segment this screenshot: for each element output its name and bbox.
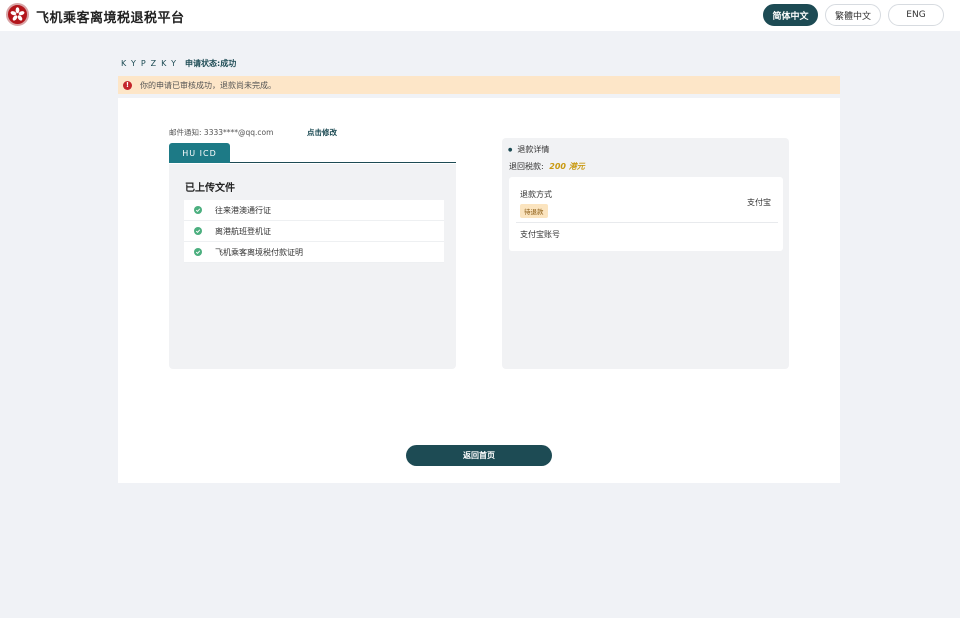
check-circle-icon [194,206,202,214]
document-name: 往来港澳通行证 [215,205,271,215]
hksar-emblem-logo [6,3,29,26]
divider [516,222,778,223]
breadcrumb: KYPZKY 申请状态:成功 [121,58,236,69]
refund-method-box: 退款方式 待退款 支付宝 支付宝账号 [509,177,783,251]
main-card: 邮件通知: 3333****@qq.com 点击修改 HU ICD 已上传文件 … [118,98,840,483]
refund-details-header: ● 退款详情 [508,144,549,155]
edit-email-link[interactable]: 点击修改 [307,127,337,138]
document-name: 飞机乘客离境税付款证明 [215,247,303,257]
check-circle-icon [194,227,202,235]
uploaded-documents-panel: 已上传文件 往来港澳通行证 离港航班登机证 飞机乘客离境税付款证明 [169,164,456,369]
status-alert: ! 你的申请已审核成功，退款尚未完成。 [118,76,840,94]
refund-method-value: 支付宝 [747,198,771,207]
status-badge: 待退款 [520,204,548,218]
app-title: 飞机乘客离境税退税平台 [36,11,185,26]
lang-button-simplified-chinese[interactable]: 简体中文 [763,4,818,26]
tab-bar: HU ICD [169,143,456,163]
lang-button-english[interactable]: ENG [888,4,944,26]
document-name: 离港航班登机证 [215,226,271,236]
application-status: 申请状态:成功 [185,59,237,68]
document-list: 往来港澳通行证 离港航班登机证 飞机乘客离境税付款证明 [184,200,444,263]
refund-amount-value: 200 港元 [549,162,585,171]
email-value: 3333****@qq.com [203,128,274,137]
refund-details-panel: ● 退款详情 退回税款: 200 港元 退款方式 待退款 支付宝 支付宝账号 [502,138,789,369]
alert-message: 你的申请已审核成功，退款尚未完成。 [140,80,276,90]
refund-details-title: 退款详情 [517,145,550,154]
back-home-button[interactable]: 返回首页 [406,445,552,466]
refund-amount-row: 退回税款: 200 港元 [509,161,585,172]
alipay-account-label: 支付宝账号 [520,230,560,239]
tab-document[interactable]: HU ICD [169,143,230,163]
bullet-icon: ● [508,146,513,153]
refund-amount-label: 退回税款: [509,162,544,171]
email-label: 邮件通知: [169,128,202,137]
check-circle-icon [194,248,202,256]
application-code: KYPZKY [121,59,181,68]
list-item: 飞机乘客离境税付款证明 [184,242,444,263]
section-title: 已上传文件 [185,183,235,194]
email-notification: 邮件通知: 3333****@qq.com [169,127,273,138]
top-header: 飞机乘客离境税退税平台 简体中文 繁體中文 ENG [0,0,960,31]
exclamation-icon: ! [123,80,132,90]
lang-button-traditional-chinese[interactable]: 繁體中文 [825,4,881,26]
list-item: 往来港澳通行证 [184,200,444,221]
bauhinia-icon [10,7,25,21]
list-item: 离港航班登机证 [184,221,444,242]
refund-method-label: 退款方式 [520,190,552,199]
